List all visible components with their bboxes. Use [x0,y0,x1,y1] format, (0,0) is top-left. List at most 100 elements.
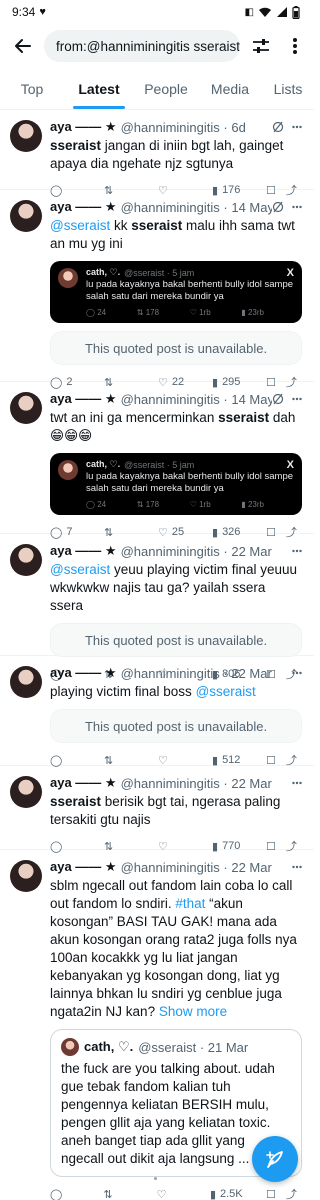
avatar[interactable] [10,666,42,698]
tab-people[interactable]: People [134,68,198,109]
x-logo-icon: X [286,459,294,471]
search-header: from:@hanniminingitis sseraist [0,24,314,68]
tweet[interactable]: aya —— ★ @hanniminingitis · 22 Mar playi… [0,656,314,767]
compose-feather-icon [266,1151,283,1168]
tweet[interactable]: aya —— ★ @hanniminingitis · 22 Mar sblm … [0,850,314,1200]
more-vertical-icon [293,38,297,54]
retweet-icon: ⇅ [104,754,114,767]
search-input[interactable]: from:@hanniminingitis sseraist [44,30,240,62]
compose-post-button[interactable] [252,1136,298,1182]
back-button[interactable] [10,33,36,59]
bookmark-icon[interactable]: ☐ [266,754,276,767]
author-handle: @hanniminingitis · 22 Mar [120,775,272,791]
embedded-image[interactable]: X cath, ♡. @sseraist · 5 jam lu pada kaya… [50,261,302,323]
tweet-actions: ◯ ⇅ ♡ ▮ 2.5K ☐ ⤴ [50,1177,302,1200]
more-options-button[interactable] [282,33,308,59]
author-handle: @hanniminingitis · 14 May [120,199,272,215]
views-bar-icon: ▮ [212,754,219,767]
tweet-more-icon[interactable] [292,671,302,675]
retweet-button[interactable]: ⇅ [103,1188,133,1200]
author-handle: @hanniminingitis · 6d [120,119,246,135]
tweet-more-icon[interactable] [292,205,302,209]
tab-latest[interactable]: Latest [64,68,134,109]
tweet[interactable]: aya —— ★ @hanniminingitis · 14 May @sser… [0,190,314,389]
author-handle: @hanniminingitis · 14 May [120,391,272,407]
tab-top[interactable]: Top [0,68,64,109]
embed-avatar [58,460,78,480]
tweet-text: @sseraist yeuu playing victim final yeuu… [50,562,298,613]
search-tabs: Top Latest People Media Lists [0,68,314,110]
tweet-more-icon[interactable] [292,125,302,129]
author-handle: @hanniminingitis · 22 Mar [120,543,272,559]
tweet-more-icon[interactable] [292,865,302,869]
wifi-icon [259,7,271,17]
quoted-post-unavailable: This quoted post is unavailable. [50,709,302,743]
tweet-more-icon[interactable] [292,781,302,785]
home-indicator [154,1177,157,1180]
tweet[interactable]: aya —— ★ @hanniminingitis · 22 Mar ssera… [0,766,314,853]
heart-icon: ♥ [39,6,46,18]
reply-button[interactable]: ◯ [50,1188,80,1200]
avatar[interactable] [10,776,42,808]
avatar[interactable] [10,860,42,892]
quote-meta: @sseraist · 21 Mar [138,1039,249,1055]
status-time: 9:34 [12,5,36,19]
tweet[interactable]: aya —— ★ @hanniminingitis · 22 Mar @sser… [0,534,314,681]
filter-sliders-icon [253,39,269,53]
grok-icon[interactable] [272,121,284,133]
share-icon[interactable]: ⤴ [286,1186,297,1200]
author-name[interactable]: aya —— ★ [50,199,117,215]
tab-lists[interactable]: Lists [262,68,314,109]
author-handle: @hanniminingitis · 22 Mar [120,859,272,875]
retweet-icon: ⇅ [103,1188,113,1200]
avatar[interactable] [10,392,42,424]
retweet-button[interactable]: ⇅ [104,754,134,767]
views-bar-icon: ▮ [209,1188,216,1200]
like-button[interactable]: ♡ [158,754,188,767]
search-query: from:@hanniminingitis sseraist [56,38,240,54]
avatar[interactable] [10,200,42,232]
tweet-time: 22 Mar [231,775,272,791]
tweet-text: @sseraist kk sseraist malu ihh sama twt … [50,218,295,251]
hashtag-link[interactable]: #that [175,896,205,911]
tweet[interactable]: aya —— ★ @hanniminingitis · 14 May twt a… [0,382,314,539]
author-name[interactable]: aya —— ★ [50,775,117,791]
quoted-post-unavailable: This quoted post is unavailable. [50,331,302,365]
tweet-time: 22 Mar [231,859,272,875]
avatar[interactable] [10,120,42,152]
search-filter-button[interactable] [248,33,274,59]
tweet-text: sblm ngecall out fandom lain coba lo cal… [50,878,297,1019]
heart-outline-icon: ♡ [156,1188,167,1200]
author-name[interactable]: aya —— ★ [50,859,117,875]
quote-author-name: cath, ♡. [84,1039,134,1054]
tweet-text: playing victim final boss @sseraist [50,684,256,699]
grok-icon[interactable] [272,201,284,213]
x-logo-icon: X [286,267,294,279]
reply-button[interactable]: ◯ [50,754,80,767]
tweet-text: sseraist jangan di iniin bgt lah, gainge… [50,138,284,171]
embedded-image[interactable]: X cath, ♡. @sseraist · 5 jam lu pada kaya… [50,453,302,515]
author-handle: @hanniminingitis · 22 Mar [120,665,272,681]
like-button[interactable]: ♡ [157,1188,187,1200]
author-name[interactable]: aya —— ★ [50,665,117,681]
tab-media[interactable]: Media [198,68,262,109]
avatar [61,1038,79,1056]
views-count[interactable]: ▮ 512 [212,754,242,767]
tweet-more-icon[interactable] [292,397,302,401]
grok-icon[interactable] [272,393,284,405]
author-name[interactable]: aya —— ★ [50,543,117,559]
tweet-time: 14 May [231,199,272,215]
author-name[interactable]: aya —— ★ [50,391,117,407]
camera-indicator-icon: ◧ [244,6,254,18]
tweet[interactable]: aya —— ★ @hanniminingitis · 6d sseraist … [0,110,314,197]
avatar[interactable] [10,544,42,576]
show-more-link[interactable]: Show more [159,1004,227,1019]
bookmark-icon[interactable]: ☐ [266,1188,276,1200]
tweet-time: 6d [231,119,246,135]
battery-icon [292,5,300,19]
tweet-time: 22 Mar [231,543,272,559]
author-name[interactable]: aya —— ★ [50,119,117,135]
views-count[interactable]: ▮ 2.5K [210,1188,243,1200]
tweet-more-icon[interactable] [292,549,302,553]
status-bar: 9:34 ♥ ◧ [0,0,314,24]
